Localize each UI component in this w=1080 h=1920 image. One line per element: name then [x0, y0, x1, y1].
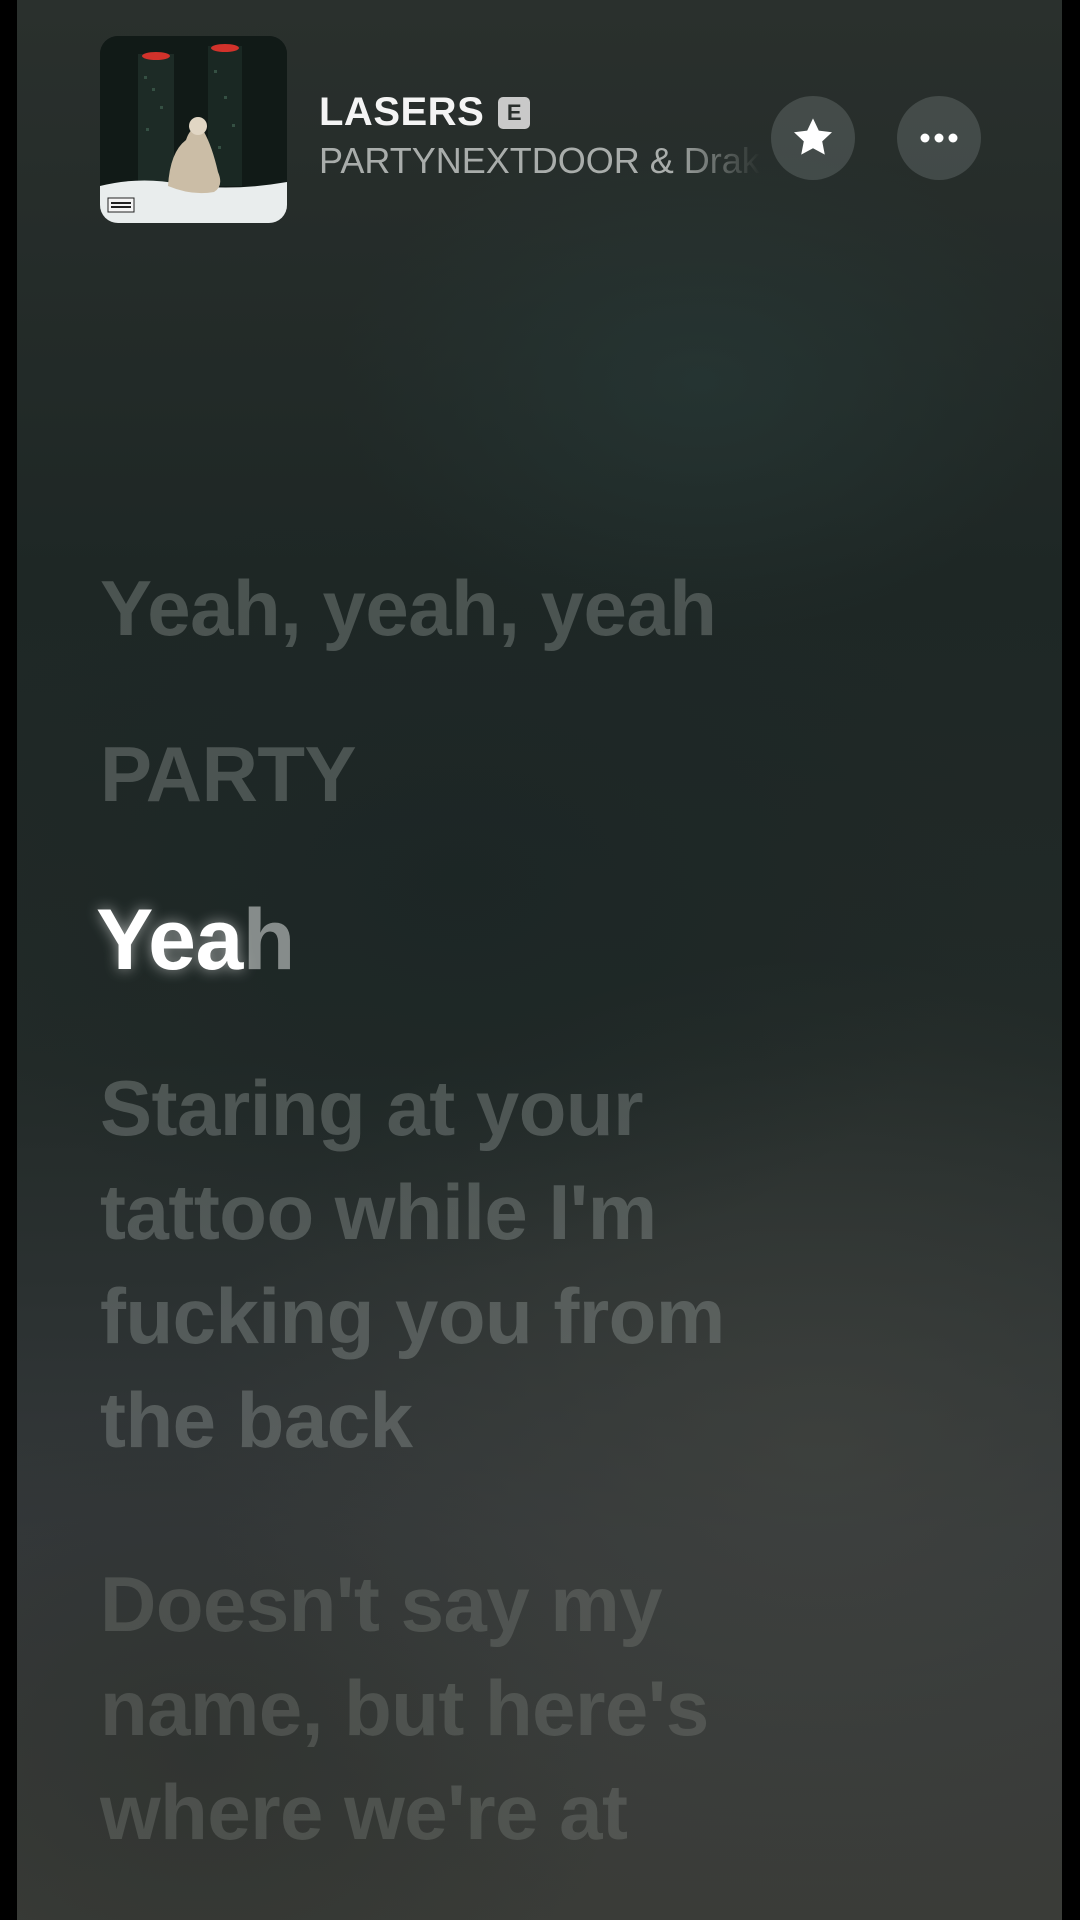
- album-art-image: [100, 36, 287, 223]
- lyric-wrapped-line: tattoo while I'm: [100, 1168, 657, 1256]
- star-icon: [794, 118, 832, 155]
- explicit-badge: E: [498, 96, 531, 129]
- lyric-wrapped-line: fucking you from: [100, 1272, 725, 1360]
- lyric-line-upcoming[interactable]: Staring at your tattoo while I'm fucking…: [100, 1056, 725, 1472]
- artist-name[interactable]: PARTYNEXTDOOR & Drake: [319, 140, 761, 181]
- lyric-line-upcoming[interactable]: Doesn't say my name, but here's where we…: [100, 1552, 709, 1864]
- lyric-wrapped-line: where we're at: [100, 1768, 628, 1856]
- artist-name-container: PARTYNEXTDOOR & Drake: [319, 140, 761, 182]
- lyric-line-current[interactable]: Yeah: [96, 888, 295, 992]
- album-artwork[interactable]: [100, 36, 287, 223]
- lyric-text: PARTY: [100, 730, 357, 818]
- now-playing-header: LASERS E PARTYNEXTDOOR & Drake: [100, 36, 1000, 226]
- lyrics-screen: LASERS E PARTYNEXTDOOR & Drake Yeah, yea…: [0, 0, 1080, 1920]
- favorite-button[interactable]: [771, 96, 855, 180]
- ellipsis-icon: [920, 133, 958, 143]
- lyric-line-past[interactable]: Yeah, yeah, yeah: [100, 556, 717, 660]
- lyric-wrapped-line: the back: [100, 1376, 413, 1464]
- lyric-line-past[interactable]: PARTY: [100, 722, 357, 826]
- screen-edge-right: [1062, 0, 1080, 1920]
- song-title-row: LASERS E: [319, 90, 531, 135]
- more-options-button[interactable]: [897, 96, 981, 180]
- lyric-wrapped-line: Doesn't say my: [100, 1560, 663, 1648]
- screen-edge-left: [0, 0, 17, 1920]
- lyric-wrapped-line: name, but here's: [100, 1664, 709, 1752]
- song-title[interactable]: LASERS: [319, 90, 484, 135]
- lyric-unsung-part: h: [242, 892, 296, 988]
- lyric-wrapped-line: Staring at your: [100, 1064, 643, 1152]
- lyric-text: Yeah, yeah, yeah: [100, 564, 717, 652]
- lyric-sung-part: Yea: [96, 892, 243, 988]
